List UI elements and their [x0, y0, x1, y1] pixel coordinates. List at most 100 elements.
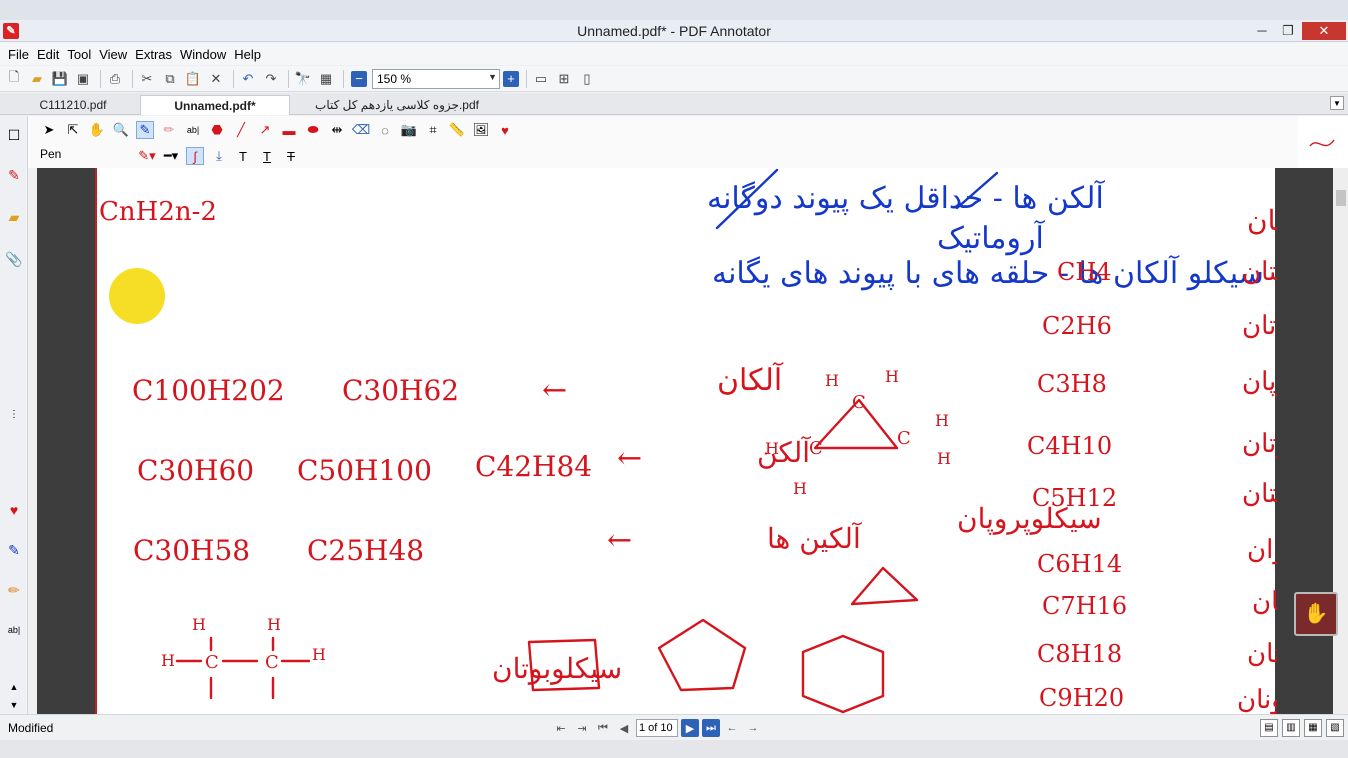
attachment-icon[interactable]: 📎	[5, 250, 23, 268]
highlighter-icon[interactable]: ✏	[5, 581, 23, 599]
zoom-out-button[interactable]: −	[351, 70, 367, 87]
formula-c50h100: C50H100	[297, 454, 432, 487]
pen-color-icon[interactable]: ✎▾	[138, 147, 156, 165]
minimize-button[interactable]: ─	[1250, 22, 1274, 40]
text-style-strike-icon[interactable]: T	[282, 147, 300, 165]
two-page-view-icon[interactable]: ▦	[1304, 719, 1322, 737]
hand-tool-button[interactable]: ✋	[1294, 592, 1338, 636]
last-page-icon[interactable]: ⏭	[702, 719, 720, 737]
splitter-grip[interactable]: ⋮	[5, 406, 23, 424]
zoom-select[interactable]: 150 % ▼	[372, 68, 500, 89]
close-button[interactable]: ✕	[1302, 22, 1346, 40]
continuous-view-icon[interactable]: ▥	[1282, 719, 1300, 737]
text-style-bold-icon[interactable]: T	[234, 147, 252, 165]
tab-c111210[interactable]: C111210.pdf	[8, 95, 138, 115]
menu-tool[interactable]: Tool	[63, 47, 95, 62]
annotations-icon[interactable]: ✎	[5, 166, 23, 184]
first-page-icon[interactable]: ⏮	[594, 719, 612, 737]
menu-edit[interactable]: Edit	[33, 47, 63, 62]
layout-icon[interactable]: ▦	[316, 69, 336, 89]
menu-extras[interactable]: Extras	[131, 47, 176, 62]
menu-help[interactable]: Help	[230, 47, 265, 62]
hand-tool-icon[interactable]: ✋	[88, 121, 106, 139]
eraser-icon[interactable]: ⌫	[352, 121, 370, 139]
favorites-heart-icon[interactable]: ♥	[5, 501, 23, 519]
pen-preview-stroke	[1309, 139, 1335, 147]
formula-c30h58: C30H58	[133, 534, 250, 567]
ruler-icon[interactable]: 📏	[448, 121, 466, 139]
delete-icon[interactable]: ✕	[206, 69, 226, 89]
line-icon[interactable]: ╱	[232, 121, 250, 139]
forward-view-icon[interactable]: →	[744, 719, 762, 737]
alkane-name: نونان	[1237, 685, 1277, 714]
single-page-view-icon[interactable]: ▤	[1260, 719, 1278, 737]
tab-booklet[interactable]: جزوه کلاسی یازدهم کل کتاب.pdf	[292, 95, 502, 115]
straight-line-icon[interactable]: ⤓	[210, 147, 228, 165]
print-icon[interactable]: ⎙	[105, 69, 125, 89]
save-icon[interactable]: 💾	[50, 69, 70, 89]
text-style-underline-icon[interactable]: T	[258, 147, 276, 165]
stamp-icon[interactable]: ⬣	[208, 121, 226, 139]
previous-page-icon[interactable]: ◀	[615, 719, 633, 737]
crop-icon[interactable]: ⌗	[424, 121, 442, 139]
pdf-page[interactable]: آلکن ها - حداقل یک پیوند دوگانه CnH2n-2 …	[95, 168, 1348, 715]
next-page-icon[interactable]: ▶	[681, 719, 699, 737]
new-document-icon[interactable]: 🗋	[4, 69, 24, 89]
line-width-icon[interactable]: ━▾	[162, 147, 180, 165]
text-field-icon[interactable]: ab|	[5, 621, 23, 639]
measure-icon[interactable]: ⇹	[328, 121, 346, 139]
svg-text:H: H	[192, 615, 206, 634]
scroll-down-icon[interactable]: ▼	[5, 696, 23, 714]
paste-icon[interactable]: 📋	[183, 69, 203, 89]
zoom-in-button[interactable]: +	[503, 70, 519, 87]
tab-list-dropdown[interactable]: ▼	[1330, 96, 1344, 110]
cut-icon[interactable]: ✂	[137, 69, 157, 89]
cyclobutane-label: سیکلوبوتان	[492, 652, 622, 685]
menu-window[interactable]: Window	[176, 47, 230, 62]
open-folder-icon[interactable]: ▰	[27, 69, 47, 89]
find-icon[interactable]: 🔭	[293, 69, 313, 89]
left-side-panel: ☐ ✎ ▰ 📎 ⋮ ♥ ✎ ✏ ab| ▲ ▼	[0, 116, 28, 714]
copy-icon[interactable]: ⧉	[160, 69, 180, 89]
folder-icon[interactable]: ▰	[5, 208, 23, 226]
smooth-stroke-icon[interactable]: ∫	[186, 147, 204, 165]
select-text-icon[interactable]: ⇱	[64, 121, 82, 139]
pen-icon[interactable]: ✎	[136, 121, 154, 139]
back-view-icon[interactable]: ←	[723, 719, 741, 737]
undo-icon[interactable]: ↶	[238, 69, 258, 89]
fullscreen-icon[interactable]: ▯	[577, 69, 597, 89]
textbox-icon[interactable]: ab|	[184, 121, 202, 139]
camera-icon[interactable]: 📷	[400, 121, 418, 139]
page-number-input[interactable]: 1 of 10	[636, 719, 678, 737]
scrollbar-thumb[interactable]	[1336, 190, 1346, 206]
pages-icon[interactable]: ☐	[5, 126, 23, 144]
laser-pointer-highlight	[109, 268, 165, 324]
menu-view[interactable]: View	[95, 47, 131, 62]
rectangle-icon[interactable]: ▬	[280, 121, 298, 139]
select-arrow-icon[interactable]: ➤	[40, 121, 58, 139]
back-history-icon[interactable]: ⇤	[552, 719, 570, 737]
ellipse-icon[interactable]: ⬬	[304, 121, 322, 139]
zoom-tool-icon[interactable]: 🔍	[112, 121, 130, 139]
arrow-icon[interactable]: ↗	[256, 121, 274, 139]
fit-page-icon[interactable]: ▭	[531, 69, 551, 89]
scroll-up-icon[interactable]: ▲	[5, 678, 23, 696]
lasso-icon[interactable]: ◌	[376, 121, 394, 139]
formula-c42h84: C42H84	[475, 450, 592, 483]
two-page-continuous-icon[interactable]: ▧	[1326, 719, 1344, 737]
save-as-icon[interactable]: ▣	[73, 69, 93, 89]
favorites-icon[interactable]: ♥	[496, 121, 514, 139]
insert-image-icon[interactable]: 🖼	[472, 121, 490, 139]
tab-unnamed[interactable]: Unnamed.pdf*	[140, 95, 290, 115]
formula-c25h48: C25H48	[307, 534, 424, 567]
pen-tool-icon[interactable]: ✎	[5, 541, 23, 559]
hexagon-shape	[801, 634, 885, 714]
maximize-button[interactable]: ❐	[1276, 22, 1300, 40]
fit-width-icon[interactable]: ⊞	[554, 69, 574, 89]
desktop-strip	[0, 0, 1348, 20]
svg-text:H: H	[267, 615, 281, 634]
forward-history-icon[interactable]: ⇥	[573, 719, 591, 737]
highlighter-tool-icon[interactable]: ✏	[160, 121, 178, 139]
menu-file[interactable]: File	[4, 47, 33, 62]
redo-icon[interactable]: ↷	[261, 69, 281, 89]
